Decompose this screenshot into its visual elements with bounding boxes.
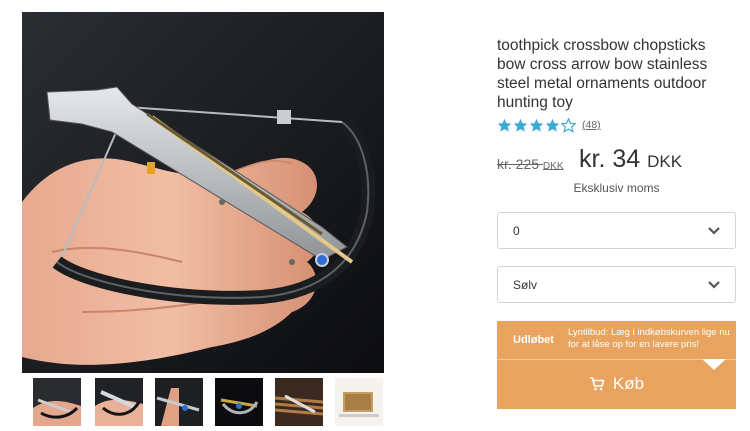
buy-button-content: Køb — [497, 374, 736, 394]
old-price-currency: DKK — [542, 161, 564, 172]
buy-button-label: Køb — [612, 374, 645, 393]
quantity-select-value: 0 — [513, 223, 520, 238]
buy-button[interactable]: Køb — [497, 359, 736, 409]
vat-note: Eksklusiv moms — [573, 181, 660, 195]
star-icon — [497, 118, 512, 132]
current-price-value: kr. 34 — [579, 145, 641, 173]
buy-button-notch — [702, 359, 726, 370]
quantity-select[interactable]: 0 — [497, 212, 736, 249]
thumbnail-4[interactable] — [215, 378, 263, 426]
old-price: kr. 225 DKK — [497, 156, 563, 172]
product-title: toothpick crossbow chopsticks bow cross … — [497, 37, 708, 111]
star-icon — [561, 117, 576, 133]
color-select-value: Sølv — [513, 277, 537, 292]
product-main-image[interactable] — [22, 12, 384, 373]
deal-status: Udløbet — [513, 334, 554, 346]
thumbnail-6[interactable] — [335, 378, 383, 426]
review-count-link[interactable]: (48) — [582, 119, 601, 131]
cart-icon — [589, 377, 605, 391]
thumbnail-strip — [22, 378, 384, 426]
current-price: kr. 34 DKK — [579, 145, 682, 174]
deal-text: Lyntilbud: Læg i indkøbskurven lige nu f… — [568, 327, 730, 350]
thumbnail-3[interactable] — [155, 378, 203, 426]
thumbnail-5[interactable] — [275, 378, 323, 426]
chevron-down-icon — [708, 281, 720, 289]
flash-deal-banner: Udløbet Lyntilbud: Læg i indkøbskurven l… — [497, 321, 736, 359]
color-select[interactable]: Sølv — [497, 266, 736, 303]
thumbnail-2[interactable] — [95, 378, 143, 426]
current-price-currency: DKK — [647, 152, 683, 171]
rating-stars — [497, 117, 577, 133]
old-price-value: kr. 225 — [497, 156, 540, 172]
rating: (48) — [497, 117, 601, 133]
chevron-down-icon — [708, 227, 720, 235]
star-icon — [513, 118, 528, 132]
star-icon — [529, 118, 544, 132]
thumbnail-1[interactable] — [33, 378, 81, 426]
star-icon — [545, 118, 560, 132]
